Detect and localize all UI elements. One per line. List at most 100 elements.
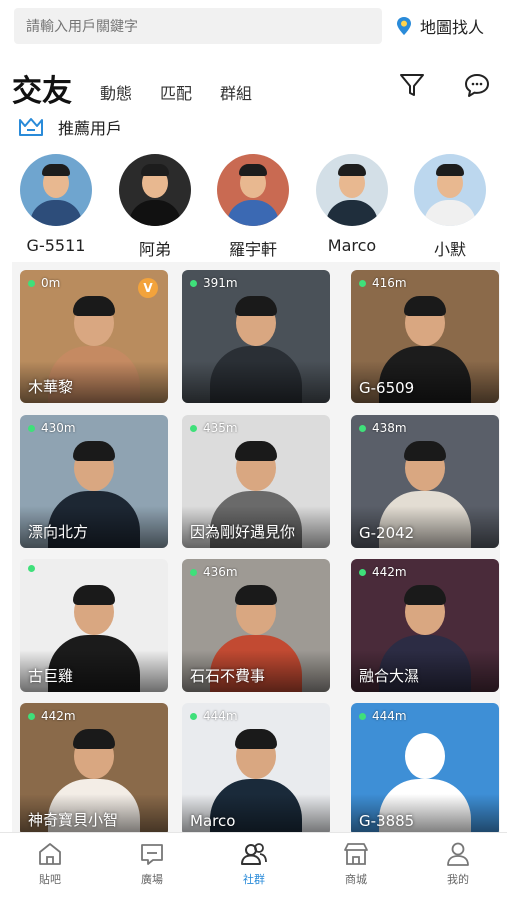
- map-find-people-button[interactable]: 地圖找人: [394, 12, 484, 40]
- online-status-dot: [359, 568, 366, 576]
- recommended-user[interactable]: 小默: [408, 150, 492, 260]
- avatar: [20, 154, 92, 226]
- online-status-dot: [190, 424, 197, 432]
- online-status-dot: [28, 424, 35, 432]
- distance-label: 444m: [372, 709, 407, 723]
- distance-indicator: [28, 565, 41, 572]
- distance-indicator: 438m: [359, 421, 407, 435]
- distance-indicator: 436m: [190, 565, 238, 579]
- online-status-dot: [28, 279, 35, 287]
- user-card-name: 因為剛好遇見你: [190, 523, 296, 541]
- recommended-user-name: Marco: [327, 236, 377, 255]
- user-card[interactable]: 430m 漂向北方: [20, 415, 168, 548]
- bottom-nav: 貼吧 廣場 社群 商城 我的: [0, 832, 507, 900]
- nav-item-community[interactable]: 社群: [219, 839, 289, 887]
- people-icon: [241, 843, 267, 865]
- recommended-user-name: 羅宇軒: [228, 240, 277, 259]
- user-card-name: 古巨雞: [28, 667, 74, 685]
- user-card-name: 融合大濕: [359, 667, 420, 685]
- online-status-dot: [359, 279, 366, 287]
- nav-label: 我的: [447, 873, 469, 886]
- distance-label: 436m: [203, 565, 238, 579]
- distance-label: 430m: [41, 421, 76, 435]
- distance-indicator: 442m: [359, 565, 407, 579]
- photo-figure-hair: [235, 585, 277, 605]
- distance-label: 442m: [41, 709, 76, 723]
- distance-label: 416m: [372, 276, 407, 290]
- tab-match[interactable]: 匹配: [160, 80, 192, 104]
- nav-item-forum[interactable]: 貼吧: [15, 839, 85, 887]
- user-card[interactable]: 416m G-6509: [351, 270, 499, 403]
- online-status-dot: [28, 712, 35, 720]
- photo-figure-hair: [235, 296, 277, 316]
- tab-groups[interactable]: 群組: [220, 80, 252, 104]
- avatar: [414, 154, 486, 226]
- nav-item-profile[interactable]: 我的: [423, 839, 493, 887]
- recommended-user[interactable]: Marco: [310, 150, 394, 255]
- search-input[interactable]: [14, 8, 382, 44]
- recommended-users-header: 推薦用戶: [18, 114, 122, 140]
- nav-label: 廣場: [141, 873, 163, 886]
- distance-label: 438m: [372, 421, 407, 435]
- photo-figure-hair: [404, 296, 446, 316]
- user-card[interactable]: 444m G-3885: [351, 703, 499, 832]
- user-card[interactable]: 435m 因為剛好遇見你: [182, 415, 330, 548]
- photo-figure-hair: [73, 441, 115, 461]
- user-card-name: 石石不費事: [190, 667, 266, 685]
- distance-indicator: 0m: [28, 276, 60, 290]
- user-card-name: 木華黎: [28, 378, 74, 396]
- user-card-name: G-3885: [359, 812, 415, 830]
- user-card[interactable]: 438m G-2042: [351, 415, 499, 548]
- user-card[interactable]: 391m: [182, 270, 330, 403]
- user-card-name: 神奇寶貝小智: [28, 811, 119, 829]
- chat-square-icon: [141, 844, 163, 865]
- distance-indicator: 435m: [190, 421, 238, 435]
- user-card[interactable]: 436m 石石不費事: [182, 559, 330, 692]
- distance-indicator: 444m: [190, 709, 238, 723]
- recommended-user[interactable]: G-5511: [14, 150, 98, 255]
- nav-item-plaza[interactable]: 廣場: [117, 839, 187, 887]
- nearby-users-grid: 0m V 木華黎 391m 416m G-6509 430m 漂向北方 435m 因為剛好遇見你 4…: [12, 262, 500, 832]
- user-card[interactable]: 442m 神奇寶貝小智: [20, 703, 168, 832]
- online-status-dot: [359, 424, 366, 432]
- user-card[interactable]: 442m 融合大濕: [351, 559, 499, 692]
- messages-button[interactable]: [462, 70, 492, 100]
- nav-label: 社群: [243, 873, 265, 886]
- recommended-user-name: 小默: [433, 240, 466, 259]
- chat-bubble-icon: [465, 74, 489, 97]
- nav-item-store[interactable]: 商城: [321, 839, 391, 887]
- user-card[interactable]: 444m Marco: [182, 703, 330, 832]
- distance-label: 391m: [203, 276, 238, 290]
- distance-indicator: 442m: [28, 709, 76, 723]
- photo-figure-hair: [73, 729, 115, 749]
- distance-indicator: 391m: [190, 276, 238, 290]
- photo-shade: [182, 361, 330, 403]
- distance-label: 444m: [203, 709, 238, 723]
- crown-icon: [19, 118, 43, 136]
- photo-figure-hair: [73, 585, 115, 605]
- online-status-dot: [359, 712, 366, 720]
- user-card-name: Marco: [190, 812, 236, 830]
- tab-moments[interactable]: 動態: [100, 80, 132, 104]
- photo-figure-hair: [73, 296, 115, 316]
- filter-button[interactable]: [397, 70, 427, 100]
- user-card-name: 漂向北方: [28, 523, 89, 541]
- online-status-dot: [190, 279, 197, 287]
- online-status-dot: [28, 565, 35, 572]
- recommended-user[interactable]: 羅宇軒: [211, 150, 295, 260]
- home-icon: [39, 843, 61, 865]
- distance-label: 0m: [41, 276, 61, 290]
- photo-figure-hair: [404, 585, 446, 605]
- user-card[interactable]: 古巨雞: [20, 559, 168, 692]
- nav-label: 貼吧: [39, 873, 61, 886]
- photo-figure-hair: [235, 441, 277, 461]
- map-find-people-label: 地圖找人: [420, 18, 485, 37]
- user-card[interactable]: 0m V 木華黎: [20, 270, 168, 403]
- page-title: 交友: [12, 74, 72, 109]
- user-card-name: G-2042: [359, 524, 415, 542]
- distance-label: 435m: [203, 421, 238, 435]
- photo-figure-hair: [404, 441, 446, 461]
- recommended-user[interactable]: 阿弟: [113, 150, 197, 260]
- online-status-dot: [190, 568, 197, 576]
- recommended-users-label: 推薦用戶: [58, 119, 123, 138]
